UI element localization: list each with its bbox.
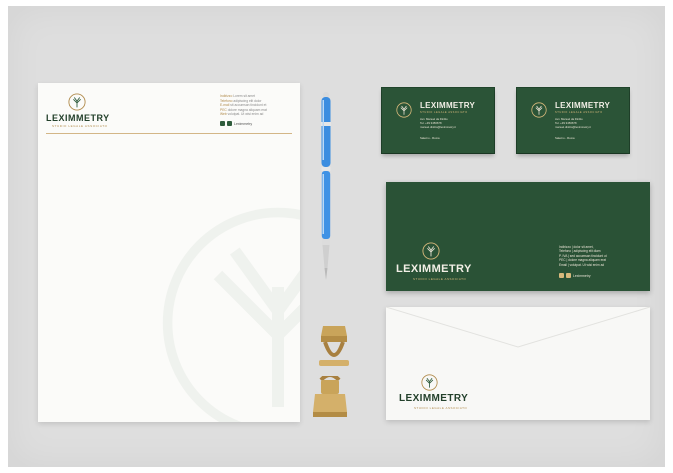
letterhead-sheet: LEXIMMETRY STUDIO LEGALE ASSOCIATO Indir… (38, 83, 300, 422)
business-card: LEXIMMETRY STUDIO LEGALE ASSOCIATO Avv. … (382, 88, 494, 153)
contact-label: PEC (220, 107, 227, 112)
envelope-brand-tagline: STUDIO LEGALE ASSOCIATO (414, 406, 468, 410)
tree-logo-icon (421, 374, 438, 391)
contact-label: Telefono (220, 98, 233, 103)
stationery-mockup-scene: LEXIMMETRY STUDIO LEGALE ASSOCIATO Indir… (8, 6, 665, 467)
contact-label: Indirizzo (220, 94, 233, 98)
social-icon (566, 273, 571, 278)
tree-logo-icon (396, 102, 412, 118)
tree-logo-icon (422, 242, 440, 260)
tree-logo-icon (68, 93, 86, 111)
brass-binder-clip (319, 326, 349, 366)
social-icon (559, 273, 564, 278)
envelope-contact-block: Indirizzo | dolor sit amet, Telefono | a… (559, 245, 643, 267)
contact-value: volutpat. Ut wisi enim ad (226, 112, 264, 117)
contact-value: sit accumsan tincidunt et (229, 103, 267, 108)
letterhead-contact-block: Indirizzo Lorem sit amet Telefono adipis… (220, 94, 290, 117)
social-icon (220, 121, 225, 126)
tree-logo-icon (531, 102, 547, 118)
card-info-line: manuel.dinitto@leximmetry.it (555, 124, 591, 129)
brass-binder-clip (313, 376, 347, 417)
letterhead-brand-name: LEXIMMETRY (46, 113, 110, 123)
contact-line: Email | volutpat. Ut wisi enim ad (559, 262, 605, 267)
white-envelope: LEXIMMETRY STUDIO LEGALE ASSOCIATO (386, 307, 650, 420)
business-card: LEXIMMETRY STUDIO LEGALE ASSOCIATO Avv. … (517, 88, 629, 153)
social-icon (227, 121, 232, 126)
card-city: Salerno - Roma (555, 136, 575, 140)
letterhead-brand-tagline: STUDIO LEGALE ASSOCIATO (52, 124, 108, 128)
letterhead-social: Leximmetry (220, 121, 252, 126)
card-info-line: manuel.dinitto@leximmetry.it (420, 124, 456, 129)
social-handle: Leximmetry (573, 273, 591, 278)
contact-label: Web (220, 112, 227, 117)
card-person-info: Avv. Manuel da Dinitto Tel. +39 3456678 … (420, 117, 490, 129)
card-person-info: Avv. Manuel da Dinitto Tel. +39 3456678 … (555, 117, 625, 129)
envelope-brand-name: LEXIMMETRY (399, 393, 469, 404)
card-brand-tagline: STUDIO LEGALE ASSOCIATO (555, 111, 603, 114)
contact-value: dolore magna aliquam erat (226, 107, 267, 112)
envelope-flap (386, 307, 650, 348)
card-brand-name: LEXIMMETRY (555, 101, 611, 110)
letterhead-divider (46, 133, 292, 134)
envelope-brand-name: LEXIMMETRY (396, 263, 472, 275)
social-handle: Leximmetry (234, 121, 253, 126)
contact-value: adipiscing elit dolor (232, 98, 262, 103)
card-city: Salerno - Roma (420, 136, 440, 140)
tree-watermark-icon (162, 207, 300, 422)
contact-label: E-mail (220, 103, 230, 108)
green-envelope: LEXIMMETRY STUDIO LEGALE ASSOCIATO Indir… (386, 182, 650, 291)
contact-value: Lorem sit amet (232, 94, 256, 98)
envelope-brand-tagline: STUDIO LEGALE ASSOCIATO (413, 277, 467, 281)
fountain-pen (321, 92, 331, 280)
card-brand-tagline: STUDIO LEGALE ASSOCIATO (420, 111, 468, 114)
card-brand-name: LEXIMMETRY (420, 101, 476, 110)
envelope-social: Leximmetry (559, 273, 591, 278)
